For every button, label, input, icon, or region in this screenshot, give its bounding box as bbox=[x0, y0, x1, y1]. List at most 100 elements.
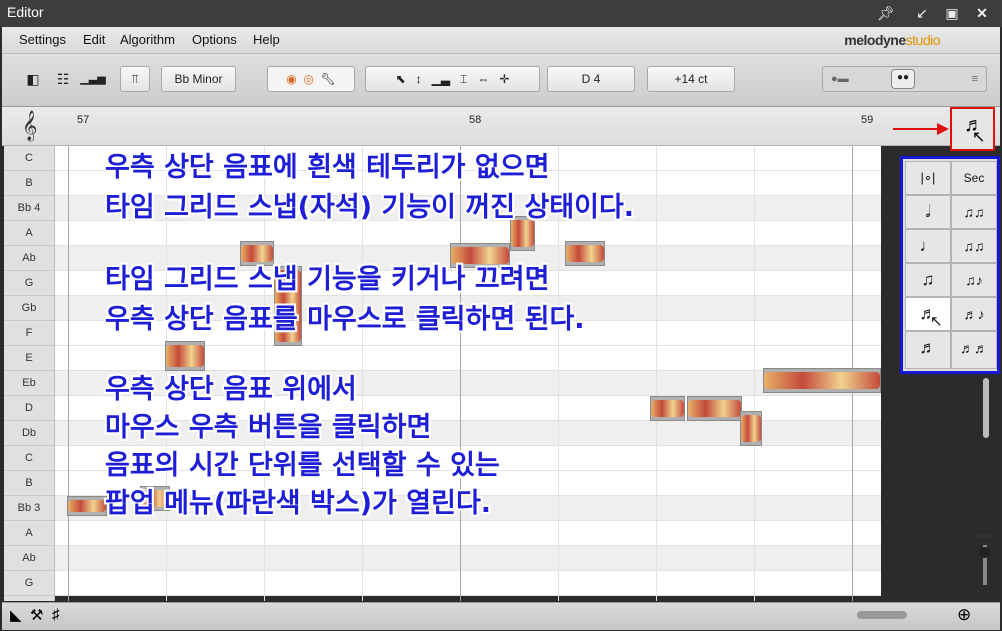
pitch-label: C bbox=[4, 146, 54, 171]
mixer-icon[interactable]: ☷ bbox=[50, 66, 76, 92]
menu-algorithm[interactable]: Algorithm bbox=[120, 32, 175, 47]
sixteenth-triplet-icon: ♬♪ bbox=[963, 306, 985, 322]
pitch-label: D bbox=[4, 396, 54, 421]
pitch-label: C bbox=[4, 446, 54, 471]
pitch-label: A bbox=[4, 521, 54, 546]
inspector-toggle-icon[interactable]: ◧ bbox=[20, 66, 46, 92]
treble-clef-icon[interactable]: 𝄞 bbox=[22, 110, 37, 142]
annotation-line: 우측 상단 음표 위에서 bbox=[105, 374, 357, 405]
pin-icon[interactable]: 📌︎ bbox=[876, 3, 896, 23]
formant-tool-icon[interactable]: ▁▃ bbox=[432, 72, 450, 86]
blob-small-icon: ●▬ bbox=[831, 73, 849, 85]
move-tool-icon[interactable]: ✛ bbox=[499, 72, 509, 86]
pitch-label: Bb 3 bbox=[4, 496, 54, 521]
thirtysecond-note-option[interactable]: ♬ bbox=[905, 331, 951, 369]
menu-settings[interactable]: Settings bbox=[19, 32, 66, 47]
thirtysecond-triplet-icon: ♬♬ bbox=[960, 340, 988, 356]
bottom-bar: ◣ ⚒ ♯ ⊕ bbox=[2, 602, 1000, 630]
half-note-icon: 𝅗𝅥 bbox=[925, 202, 931, 221]
wrench-icon[interactable]: 🔧︎ bbox=[321, 72, 336, 86]
pitch-label: Bb 4 bbox=[4, 196, 54, 221]
eighth-triplet-icon: ♫♪ bbox=[965, 272, 983, 288]
zoom-out-icon[interactable]: ▬ bbox=[978, 527, 992, 541]
quarter-note-option[interactable]: ♩ bbox=[905, 229, 951, 263]
annotation-line: 팝업 메뉴(파란색 박스)가 열린다. bbox=[105, 488, 492, 519]
tool-icon[interactable]: ⚒ bbox=[30, 606, 43, 624]
thirtysecond-note-icon: ♬ bbox=[919, 338, 937, 357]
timeline-ruler[interactable]: 𝄞 57 58 59 ♬ ↖ bbox=[2, 107, 1000, 151]
menu-options[interactable]: Options bbox=[192, 32, 237, 47]
toolbar: ◧ ☷ ▁▃▅ ⫪ Bb Minor ◉ ◎ 🔧︎ ⬉ ↕ ▁▃ ⌶ ⇔ ✛ D… bbox=[2, 54, 1000, 107]
spectrum-icon[interactable]: ▁▃▅ bbox=[80, 66, 106, 92]
thirtysecond-triplet-option[interactable]: ♬♬ bbox=[951, 331, 997, 369]
dock-icon[interactable]: ↙ bbox=[912, 3, 932, 23]
menu-edit[interactable]: Edit bbox=[83, 32, 105, 47]
sixteenth-triplet-option[interactable]: ♬♪ bbox=[951, 297, 997, 331]
maximize-icon[interactable]: ▣ bbox=[942, 3, 962, 23]
bar-number: 58 bbox=[469, 114, 482, 126]
note-blob[interactable] bbox=[650, 396, 685, 421]
bar-grid-option[interactable]: |∘| bbox=[905, 161, 951, 195]
time-tool-icon[interactable]: ⇔ bbox=[477, 72, 489, 86]
note-value-popup: |∘| Sec 𝅗𝅥 ♫♫ ♩ ♫♫ ♫ ♫♪ ♬ ↖ ♬♪ ♬ ♬♬ bbox=[900, 156, 1000, 374]
note-blob[interactable] bbox=[67, 496, 107, 516]
amplitude-tool-icon[interactable]: ⌶ bbox=[460, 72, 467, 86]
pitch-label: Ab bbox=[4, 546, 54, 571]
slider-thumb[interactable]: ●● bbox=[891, 69, 915, 89]
scale-button[interactable]: Bb Minor bbox=[161, 66, 236, 92]
menu-bar: Settings Edit Algorithm Options Help mel… bbox=[2, 27, 1000, 54]
edit-tools: ⬉ ↕ ▁▃ ⌶ ⇔ ✛ bbox=[365, 66, 540, 92]
pointer-tool-icon[interactable]: ⬉ bbox=[396, 72, 406, 86]
cents-readout[interactable]: +14 ct bbox=[647, 66, 735, 92]
mouse-cursor-icon: ↖ bbox=[972, 129, 986, 146]
pitch-label: Ab bbox=[4, 246, 54, 271]
playback-cursor-icon[interactable]: ◣ bbox=[10, 606, 22, 624]
melodyne-logo: melodynestudio bbox=[844, 32, 940, 48]
seconds-grid-option[interactable]: Sec bbox=[951, 161, 997, 195]
pitch-label: F bbox=[4, 321, 54, 346]
play-blob-icon[interactable]: ◉ bbox=[286, 72, 296, 86]
note-blob[interactable] bbox=[565, 241, 605, 266]
annotation-line: 음표의 시간 단위를 선택할 수 있는 bbox=[105, 450, 500, 481]
annotation-line: 타임 그리드 스냅(자석) 기능이 꺼진 상태이다. bbox=[105, 192, 635, 223]
eighth-note-option[interactable]: ♫ bbox=[905, 263, 951, 297]
eighth-triplet-option[interactable]: ♫♪ bbox=[951, 263, 997, 297]
fit-view-icon[interactable]: ⊕ bbox=[957, 605, 971, 625]
blob-large-icon: ≡ bbox=[971, 73, 978, 85]
sixteenth-note-option[interactable]: ♬ ↖ bbox=[905, 297, 951, 331]
eighth-note-icon: ♫ bbox=[921, 270, 935, 289]
annotation-line: 마우스 우측 버튼을 클릭하면 bbox=[105, 412, 432, 443]
scrub-icon[interactable]: ◎ bbox=[303, 72, 313, 86]
sharp-icon[interactable]: ♯ bbox=[52, 606, 60, 623]
half-triplet-option[interactable]: ♫♫ bbox=[951, 195, 997, 229]
pitch-readout[interactable]: D 4 bbox=[547, 66, 635, 92]
vertical-scrollbar[interactable] bbox=[983, 378, 989, 438]
quarter-note-icon: ♩ bbox=[919, 236, 937, 255]
pitch-label: A bbox=[4, 221, 54, 246]
pitch-label: Gb bbox=[4, 296, 54, 321]
pitch-label: G bbox=[4, 571, 54, 596]
bar-number: 57 bbox=[77, 114, 90, 126]
pitch-label: G bbox=[4, 271, 54, 296]
window-title: Editor bbox=[7, 4, 44, 20]
note-value-button[interactable]: ♬ ↖ bbox=[950, 107, 995, 151]
menu-help[interactable]: Help bbox=[253, 32, 280, 47]
zoom-slider-thumb[interactable] bbox=[979, 547, 990, 558]
playback-tools: ◉ ◎ 🔧︎ bbox=[267, 66, 355, 92]
annotation-line: 타임 그리드 스냅 기능을 키거나 끄려면 bbox=[105, 264, 550, 295]
quarter-triplet-option[interactable]: ♫♫ bbox=[951, 229, 997, 263]
macro-button[interactable]: ⫪ bbox=[120, 66, 150, 92]
half-triplet-icon: ♫♫ bbox=[963, 204, 985, 220]
pitch-tool-icon[interactable]: ↕ bbox=[416, 72, 422, 86]
half-note-option[interactable]: 𝅗𝅥 bbox=[905, 195, 951, 229]
note-blob[interactable] bbox=[763, 368, 881, 393]
pitch-ruler[interactable]: C B Bb 4 A Ab G Gb F E Eb D Db C B Bb 3 … bbox=[4, 146, 55, 601]
horizontal-scrollbar[interactable] bbox=[857, 611, 907, 619]
note-blob[interactable] bbox=[740, 411, 762, 446]
pitch-label: B bbox=[4, 171, 54, 196]
close-icon[interactable]: ✕ bbox=[972, 3, 992, 23]
red-arrow-icon bbox=[893, 123, 949, 135]
title-bar: Editor 📌︎ ↙ ▣ ✕ bbox=[0, 0, 1002, 27]
note-blob[interactable] bbox=[687, 396, 742, 421]
view-slider[interactable]: ●▬ ●● ≡ bbox=[822, 66, 987, 92]
